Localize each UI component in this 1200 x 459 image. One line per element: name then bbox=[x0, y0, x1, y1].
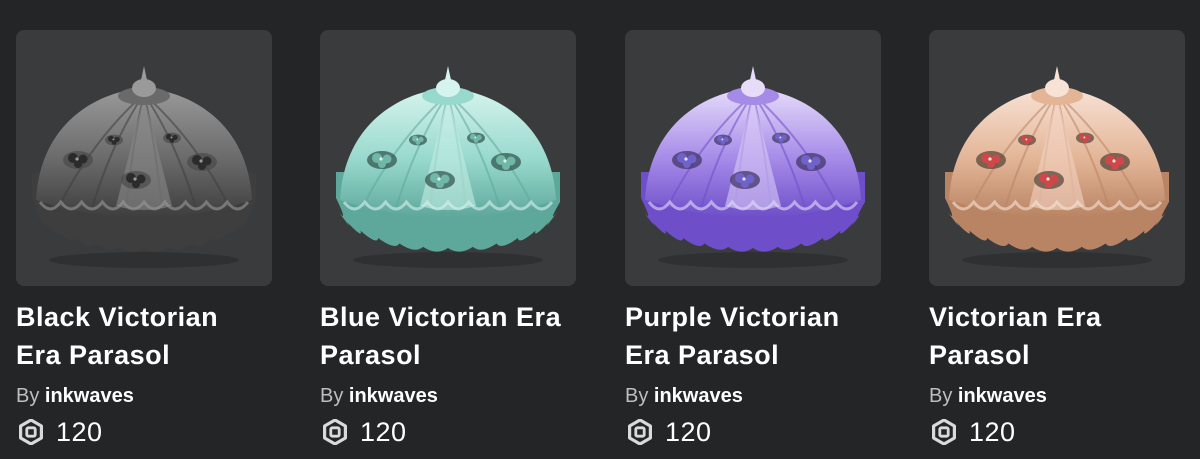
parasol-image bbox=[641, 66, 865, 268]
robux-icon bbox=[18, 419, 43, 445]
robux-icon bbox=[627, 419, 652, 445]
creator-link[interactable]: inkwaves bbox=[45, 385, 134, 407]
item-thumbnail[interactable] bbox=[16, 30, 272, 286]
creator-prefix: By bbox=[320, 385, 344, 407]
item-price: 120 bbox=[16, 415, 272, 449]
catalog-grid: Black Victorian Era Parasol By inkwaves … bbox=[0, 0, 1200, 459]
creator-link[interactable]: inkwaves bbox=[958, 385, 1047, 407]
item-creator: By inkwaves bbox=[16, 383, 272, 409]
item-name[interactable]: Victorian Era Parasol bbox=[929, 298, 1179, 374]
catalog-item-card[interactable]: Blue Victorian Era Parasol By inkwaves 1… bbox=[320, 30, 576, 450]
creator-prefix: By bbox=[625, 385, 649, 407]
price-value: 120 bbox=[56, 416, 103, 447]
item-thumbnail[interactable] bbox=[625, 30, 881, 286]
parasol-image bbox=[336, 66, 560, 268]
item-creator: By inkwaves bbox=[625, 383, 881, 409]
item-thumbnail[interactable] bbox=[320, 30, 576, 286]
price-value: 120 bbox=[665, 416, 712, 447]
item-creator: By inkwaves bbox=[929, 383, 1185, 409]
robux-icon bbox=[322, 419, 347, 445]
creator-link[interactable]: inkwaves bbox=[349, 385, 438, 407]
price-value: 120 bbox=[969, 416, 1016, 447]
item-price: 120 bbox=[320, 415, 576, 449]
creator-prefix: By bbox=[16, 385, 40, 407]
catalog-item-card[interactable]: Victorian Era Parasol By inkwaves 120 bbox=[929, 30, 1185, 450]
price-value: 120 bbox=[360, 416, 407, 447]
parasol-image bbox=[945, 66, 1169, 268]
item-name[interactable]: Purple Victorian Era Parasol bbox=[625, 298, 875, 374]
item-creator: By inkwaves bbox=[320, 383, 576, 409]
item-name[interactable]: Black Victorian Era Parasol bbox=[16, 298, 266, 374]
parasol-image bbox=[32, 66, 256, 268]
creator-link[interactable]: inkwaves bbox=[654, 385, 743, 407]
catalog-item-card[interactable]: Black Victorian Era Parasol By inkwaves … bbox=[16, 30, 272, 450]
robux-icon bbox=[931, 419, 956, 445]
catalog-item-card[interactable]: Purple Victorian Era Parasol By inkwaves… bbox=[625, 30, 881, 450]
item-price: 120 bbox=[929, 415, 1185, 449]
item-thumbnail[interactable] bbox=[929, 30, 1185, 286]
item-name[interactable]: Blue Victorian Era Parasol bbox=[320, 298, 570, 374]
item-price: 120 bbox=[625, 415, 881, 449]
creator-prefix: By bbox=[929, 385, 953, 407]
